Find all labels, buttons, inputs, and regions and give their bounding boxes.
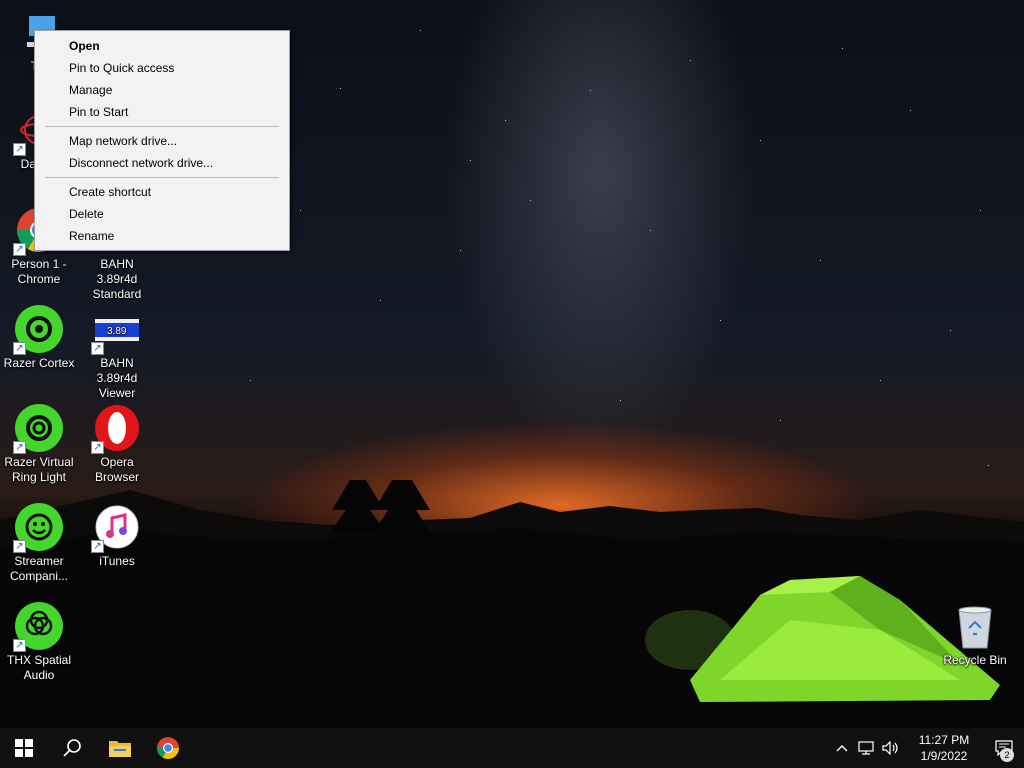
icon-label: Recycle Bin [943,653,1007,667]
shortcut-arrow-icon: ↗ [13,143,26,156]
icon-label: Streamer Compani... [9,554,69,583]
taskbar-chrome[interactable] [144,728,192,768]
menu-item-create-shortcut[interactable]: Create shortcut [35,181,289,203]
desktop-icon-itunes[interactable]: ↗ iTunes [79,503,155,569]
volume-icon [882,741,898,755]
desktop-icon-recycle-bin[interactable]: Recycle Bin [937,602,1013,668]
system-tray: 11:27 PM 1/9/2022 2 [830,728,1024,768]
bahn-thumb-text: 3.89 [107,326,127,337]
chrome-icon [157,737,179,759]
file-explorer-icon [109,741,131,757]
show-hidden-icons-button[interactable] [830,728,854,768]
streamer-companion-icon: ↗ [13,503,63,553]
razer-cortex-icon: ↗ [13,305,63,355]
icon-label: Razer Cortex [3,356,75,370]
recycle-bin-icon [951,602,999,650]
clock-date: 1/9/2022 [920,749,968,763]
menu-item-map-network-drive[interactable]: Map network drive... [35,130,289,152]
clock-time: 11:27 PM [918,733,970,747]
clock[interactable]: 11:27 PM 1/9/2022 [904,732,984,764]
icon-label: Razer Virtual Ring Light [4,455,74,484]
network-icon [858,741,874,755]
icon-label: BAHN 3.89r4d Viewer [96,356,138,400]
icon-label: THX Spatial Audio [6,653,72,682]
menu-separator [45,177,279,178]
desktop-icon-razer-ring-light[interactable]: ↗ Razer Virtual Ring Light [1,404,77,485]
search-icon [63,739,81,757]
shortcut-arrow-icon: ↗ [13,243,26,256]
shortcut-arrow-icon: ↗ [91,441,104,454]
menu-item-delete[interactable]: Delete [35,203,289,225]
chevron-up-icon [836,745,848,752]
shortcut-arrow-icon: ↗ [13,342,26,355]
menu-item-open[interactable]: Open [35,35,289,57]
itunes-icon: ↗ [91,503,141,553]
volume-button[interactable] [878,728,904,768]
menu-separator [45,126,279,127]
taskbar-file-explorer[interactable] [96,728,144,768]
bahn-viewer-icon: 3.89 ↗ [91,305,141,355]
network-button[interactable] [854,728,878,768]
desktop-icon-streamer-companion[interactable]: ↗ Streamer Compani... [1,503,77,584]
menu-item-rename[interactable]: Rename [35,225,289,247]
menu-item-manage[interactable]: Manage [35,79,289,101]
shortcut-arrow-icon: ↗ [13,639,26,652]
icon-label: BAHN 3.89r4d Standard [92,257,142,301]
desktop-icon-bahn-viewer[interactable]: 3.89 ↗ BAHN 3.89r4d Viewer [79,305,155,401]
icon-label: Person 1 - Chrome [11,257,67,286]
razer-ring-light-icon: ↗ [13,404,63,454]
menu-item-pin-start[interactable]: Pin to Start [35,101,289,123]
menu-item-pin-quick-access[interactable]: Pin to Quick access [35,57,289,79]
desktop-icon-opera-browser[interactable]: ↗ Opera Browser [79,404,155,485]
action-center-button[interactable]: 2 [984,728,1024,768]
taskbar: 11:27 PM 1/9/2022 2 [0,728,1024,768]
context-menu: Open Pin to Quick access Manage Pin to S… [34,30,290,251]
icon-label: iTunes [99,554,135,568]
menu-item-disconnect-network-drive[interactable]: Disconnect network drive... [35,152,289,174]
opera-icon: ↗ [91,404,141,454]
shortcut-arrow-icon: ↗ [91,540,104,553]
windows-logo-icon [15,739,33,757]
shortcut-arrow-icon: ↗ [13,540,26,553]
shortcut-arrow-icon: ↗ [91,342,104,355]
desktop-icon-razer-cortex[interactable]: ↗ Razer Cortex [1,305,77,371]
shortcut-arrow-icon: ↗ [13,441,26,454]
notification-count-badge: 2 [1000,748,1014,762]
start-button[interactable] [0,728,48,768]
search-button[interactable] [48,728,96,768]
thx-spatial-audio-icon: ↗ [13,602,63,652]
icon-label: Opera Browser [94,455,139,484]
desktop-icon-thx-spatial-audio[interactable]: ↗ THX Spatial Audio [1,602,77,683]
